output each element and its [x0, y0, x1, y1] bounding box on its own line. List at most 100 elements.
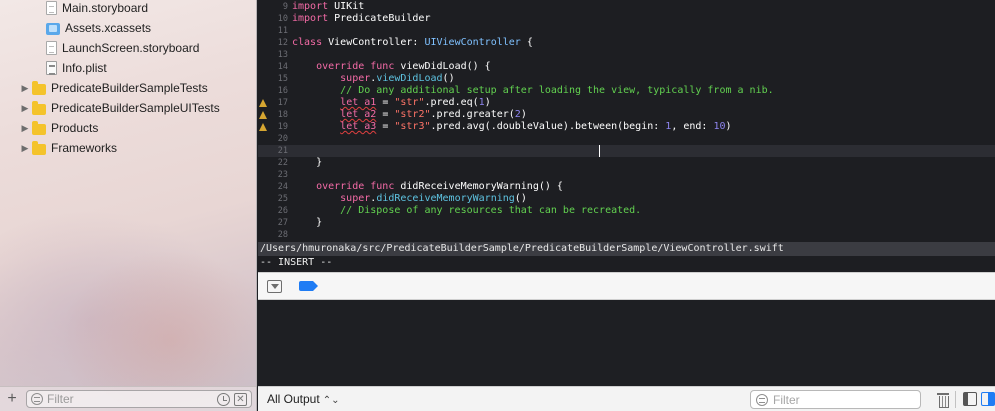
navigator-item[interactable]: Main.storyboard — [46, 0, 148, 18]
code-line: 16 // Do any additional setup after load… — [258, 85, 995, 97]
code-line: 27 } — [258, 217, 995, 229]
trash-icon[interactable] — [937, 392, 949, 408]
code-text: } — [292, 217, 322, 229]
code-token: let a1 — [340, 97, 377, 108]
source-control-filter-icon[interactable]: ✕ — [234, 392, 247, 406]
navigator-item[interactable]: ▶ PredicateBuilderSampleTests — [18, 78, 208, 98]
code-token: "str3" — [394, 121, 431, 132]
code-line: 15 super.viewDidLoad() — [258, 73, 995, 85]
code-token: PredicateBuilder — [328, 13, 431, 24]
console-filter-input[interactable]: Filter — [768, 393, 800, 407]
line-number: 16 — [277, 86, 288, 96]
code-token: , end: — [671, 121, 714, 132]
line-number: 28 — [277, 230, 288, 240]
code-token: ) — [725, 121, 732, 132]
navigator-item[interactable]: ▶ Products — [18, 118, 98, 138]
code-token: class — [292, 37, 323, 48]
console-view-toggle-icon[interactable] — [981, 392, 995, 406]
folder-icon — [32, 80, 46, 95]
code-token: .pred.avg(.doubleValue).between(begin: — [430, 121, 666, 132]
navigator-item-label: Assets.xcassets — [65, 21, 152, 35]
line-number: 13 — [277, 50, 288, 60]
code-token: } — [292, 217, 323, 228]
navigator-item[interactable]: ▶ PredicateBuilderSampleUITests — [18, 98, 220, 118]
code-token: let a2 — [340, 109, 377, 120]
code-token: override func — [292, 61, 395, 72]
console-output[interactable] — [258, 300, 995, 386]
output-selector-label: All Output — [267, 392, 320, 406]
navigator-item[interactable]: LaunchScreen.storyboard — [46, 38, 199, 58]
disclosure-triangle-icon[interactable]: ▶ — [18, 83, 32, 94]
code-text: class ViewController: UIViewController { — [292, 37, 533, 49]
line-number: 15 — [277, 74, 288, 84]
output-selector[interactable]: All Output ⌃⌄ — [267, 392, 339, 406]
navigator-item-label: Info.plist — [62, 61, 107, 75]
navigator-item[interactable]: ▶ Frameworks — [18, 138, 117, 158]
code-token: .pred.greater( — [430, 109, 515, 120]
navigator-filter-bar: + Filter ✕ — [0, 386, 256, 411]
hide-debug-area-icon[interactable] — [267, 280, 282, 293]
recent-files-icon[interactable] — [217, 392, 230, 406]
code-line: 26 // Dispose of any resources that can … — [258, 205, 995, 217]
navigator-item-label: Products — [51, 121, 99, 135]
code-token: ) — [484, 97, 491, 108]
file-path-status: /Users/hmuronaka/src/PredicateBuilderSam… — [258, 242, 995, 256]
line-number: 24 — [277, 182, 288, 192]
navigator-item[interactable]: Assets.xcassets — [46, 18, 151, 38]
console-filter-field[interactable]: Filter — [750, 390, 921, 409]
code-line: 24 override func didReceiveMemoryWarning… — [258, 181, 995, 193]
source-editor[interactable]: 9 import UIKit 10 import PredicateBuilder 11… — [258, 0, 995, 242]
code-token: super — [292, 73, 371, 84]
code-line: 10 import PredicateBuilder — [258, 13, 995, 25]
line-number: 11 — [277, 26, 288, 36]
storyboard-file-icon — [46, 41, 57, 55]
disclosure-triangle-icon[interactable]: ▶ — [18, 103, 32, 114]
code-line: 11 — [258, 25, 995, 37]
line-number: 20 — [277, 134, 288, 144]
code-token: () — [514, 193, 527, 204]
vim-mode-status: -- INSERT -- — [258, 256, 995, 270]
navigator-filter-input[interactable]: Filter — [43, 392, 217, 406]
code-token: super — [292, 193, 371, 204]
line-number: 27 — [277, 218, 288, 228]
disclosure-triangle-icon[interactable]: ▶ — [18, 123, 32, 134]
code-text: let a1 = "str".pred.eq(1) — [292, 97, 491, 109]
variables-view-toggle-icon[interactable] — [963, 392, 977, 406]
code-token: ) — [520, 109, 527, 120]
navigator-item[interactable]: Info.plist — [46, 58, 107, 78]
line-number: 22 — [277, 158, 288, 168]
code-text: override func viewDidLoad() { — [292, 61, 491, 73]
console-bottom-bar: All Output ⌃⌄ Filter — [258, 386, 995, 411]
add-file-button[interactable]: + — [0, 390, 24, 408]
line-number: 23 — [277, 170, 288, 180]
navigator-item-label: Main.storyboard — [62, 1, 149, 15]
code-text: } — [292, 157, 322, 169]
debug-bar — [258, 272, 995, 300]
code-token: UIKit — [328, 1, 365, 12]
plist-file-icon — [46, 61, 57, 75]
code-line: 14 override func viewDidLoad() { — [258, 61, 995, 73]
code-token: UIViewController — [424, 37, 521, 48]
code-text: super.viewDidLoad() — [292, 73, 454, 85]
code-line: 21 — [258, 145, 995, 157]
line-number: 25 — [277, 194, 288, 204]
filter-icon — [756, 393, 768, 406]
line-number: 14 — [277, 62, 288, 72]
code-token: = — [376, 121, 395, 132]
breakpoints-toggle-icon[interactable] — [299, 281, 318, 291]
code-line: 19 let a3 = "str3".pred.avg(.doubleValue… — [258, 121, 995, 133]
folder-icon — [32, 100, 46, 115]
code-token: .pred.eq( — [424, 97, 479, 108]
code-token: // Do any additional setup after loading… — [292, 85, 774, 96]
filter-icon — [31, 393, 43, 405]
code-token: import — [292, 13, 329, 24]
code-line: 13 — [258, 49, 995, 61]
disclosure-triangle-icon[interactable]: ▶ — [18, 143, 32, 154]
code-token: didReceiveMemoryWarning — [376, 193, 515, 204]
code-token: "str" — [394, 97, 425, 108]
navigator-filter-field[interactable]: Filter ✕ — [26, 390, 252, 408]
line-number: 21 — [277, 146, 288, 156]
navigator-item-label: PredicateBuilderSampleUITests — [51, 101, 220, 115]
